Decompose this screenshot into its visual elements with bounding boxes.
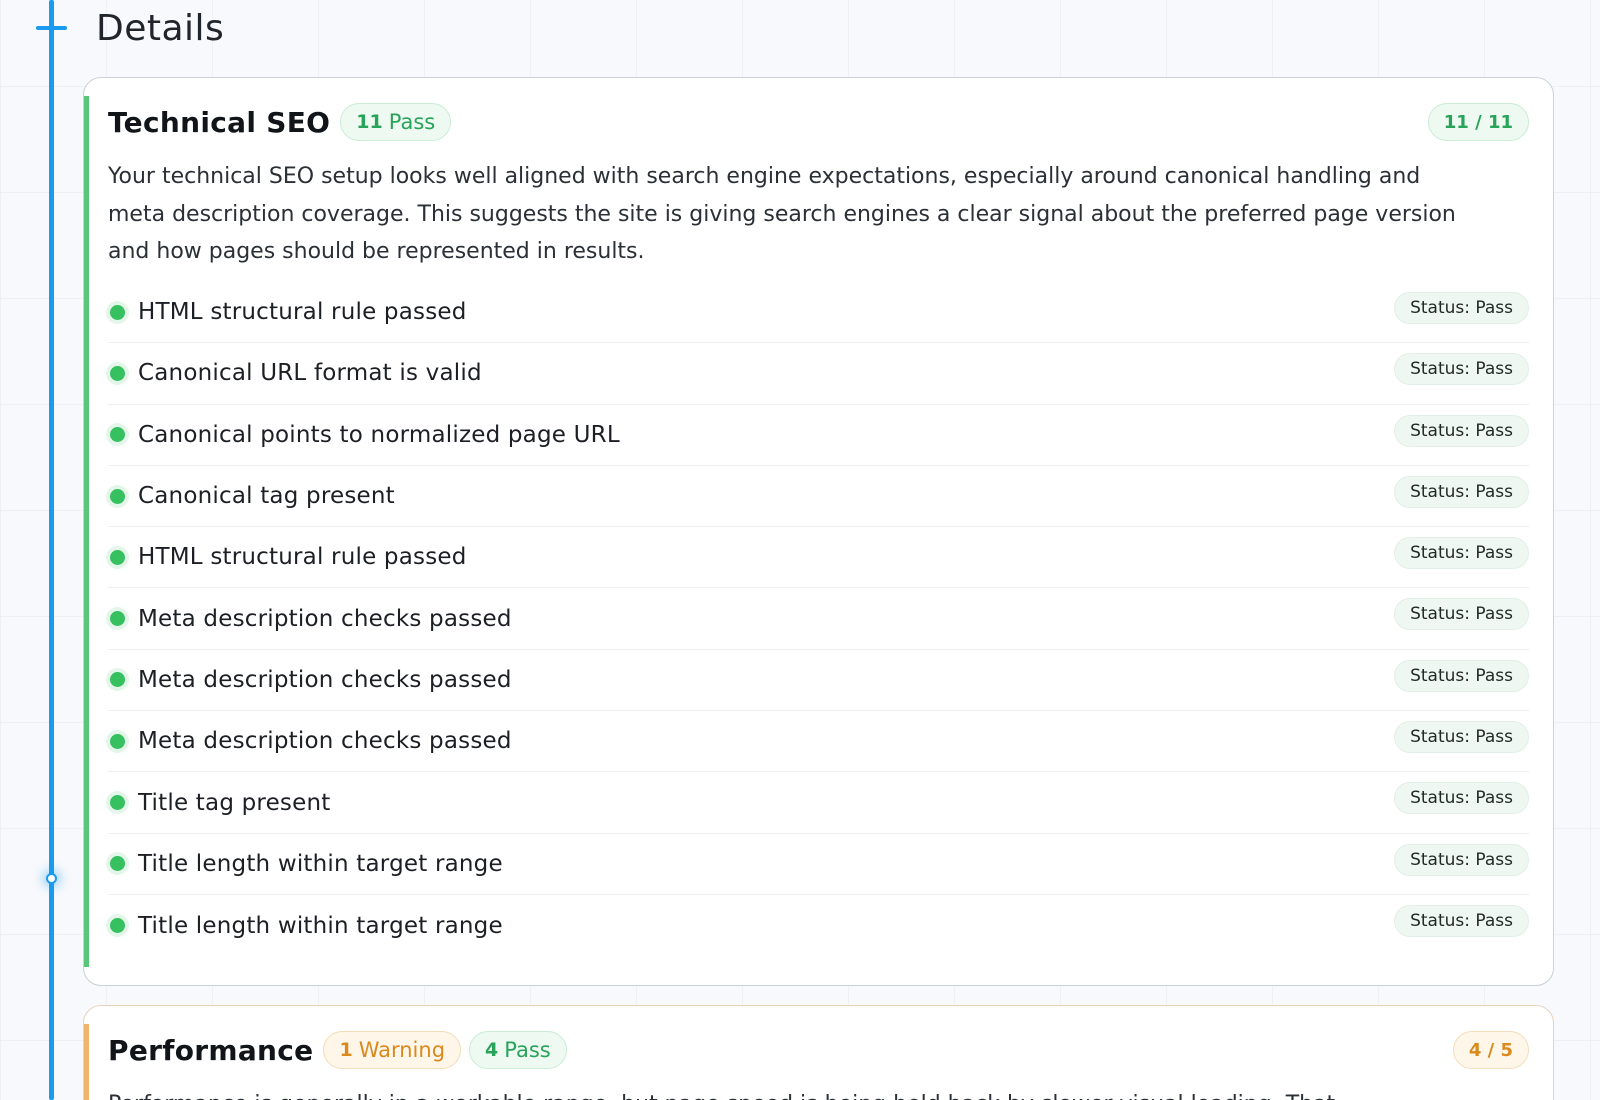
score-badge: 11 / 11 — [1427, 103, 1529, 141]
timeline-line — [49, 0, 54, 1100]
pass-dot-icon — [110, 365, 125, 381]
warning-count-badge: 1 Warning — [323, 1031, 462, 1069]
card-header: Technical SEO 11 Pass 11 / 11 — [108, 102, 1529, 142]
score-badge: 4 / 5 — [1452, 1031, 1529, 1069]
check-item: Canonical points to normalized page URL … — [108, 405, 1529, 466]
check-item: Meta description checks passed Status: P… — [108, 711, 1529, 773]
check-label: Canonical tag present — [138, 483, 395, 510]
pass-dot-icon — [110, 611, 125, 627]
check-item: HTML structural rule passed Status: Pass — [108, 527, 1529, 589]
card-description: Your technical SEO setup looks well alig… — [108, 164, 1456, 264]
pass-dot-icon — [110, 733, 125, 749]
pass-dot-icon — [110, 918, 125, 934]
check-label: Title length within target range — [138, 850, 503, 877]
card-description: Performance is generally in a workable r… — [108, 1086, 1463, 1100]
warning-count: 1 — [339, 1039, 353, 1061]
pass-count: 4 — [485, 1039, 499, 1061]
status-badge: Status: Pass — [1394, 475, 1529, 508]
performance-card: Performance 1 Warning 4 Pass 4 / 5 Perfo… — [83, 1005, 1554, 1100]
status-badge: Status: Pass — [1394, 353, 1529, 386]
check-label: Title tag present — [138, 789, 331, 816]
status-badge: Status: Pass — [1394, 659, 1529, 692]
pass-dot-icon — [110, 856, 125, 872]
card-title: Performance — [108, 1033, 314, 1067]
check-label: Canonical URL format is valid — [138, 360, 482, 387]
timeline-scroll-handle[interactable] — [46, 873, 57, 884]
pass-label: Pass — [504, 1038, 551, 1062]
pass-count-badge: 11 Pass — [340, 103, 452, 141]
section-title: Details — [96, 8, 225, 49]
status-badge: Status: Pass — [1394, 414, 1529, 447]
pass-dot-icon — [110, 427, 125, 443]
check-label: Meta description checks passed — [138, 728, 512, 755]
status-badge: Status: Pass — [1394, 598, 1529, 631]
pass-dot-icon — [110, 795, 125, 811]
timeline-marker — [36, 26, 67, 30]
check-item: HTML structural rule passed Status: Pass — [108, 282, 1529, 344]
check-item: Meta description checks passed Status: P… — [108, 650, 1529, 712]
warning-label: Warning — [358, 1038, 446, 1062]
card-header: Performance 1 Warning 4 Pass 4 / 5 — [108, 1030, 1529, 1070]
status-badge: Status: Pass — [1394, 782, 1529, 815]
status-badge: Status: Pass — [1394, 537, 1529, 570]
pass-dot-icon — [110, 672, 125, 688]
check-item: Canonical tag present Status: Pass — [108, 466, 1529, 528]
check-item: Title length within target range Status:… — [108, 834, 1529, 895]
technical-seo-card: Technical SEO 11 Pass 11 / 11 Your techn… — [83, 77, 1554, 986]
check-item: Title tag present Status: Pass — [108, 772, 1529, 834]
check-item: Meta description checks passed Status: P… — [108, 588, 1529, 650]
check-label: Canonical points to normalized page URL — [138, 421, 620, 448]
status-badge: Status: Pass — [1394, 721, 1529, 754]
status-badge: Status: Pass — [1394, 904, 1529, 937]
pass-count-badge: 4 Pass — [469, 1031, 567, 1069]
status-badge: Status: Pass — [1394, 843, 1529, 876]
card-title: Technical SEO — [108, 105, 331, 139]
check-list: HTML structural rule passed Status: Pass… — [108, 282, 1529, 956]
pass-label: Pass — [388, 110, 436, 134]
check-label: HTML structural rule passed — [138, 299, 467, 326]
check-label: Title length within target range — [138, 912, 503, 939]
check-label: Meta description checks passed — [138, 666, 512, 693]
check-item: Title length within target range Status:… — [108, 895, 1529, 956]
check-label: HTML structural rule passed — [138, 544, 467, 571]
pass-dot-icon — [110, 549, 125, 565]
status-badge: Status: Pass — [1394, 292, 1529, 324]
pass-count: 11 — [356, 111, 383, 133]
check-label: Meta description checks passed — [138, 605, 512, 632]
check-item: Canonical URL format is valid Status: Pa… — [108, 343, 1529, 405]
pass-dot-icon — [110, 488, 125, 504]
pass-dot-icon — [110, 304, 125, 320]
